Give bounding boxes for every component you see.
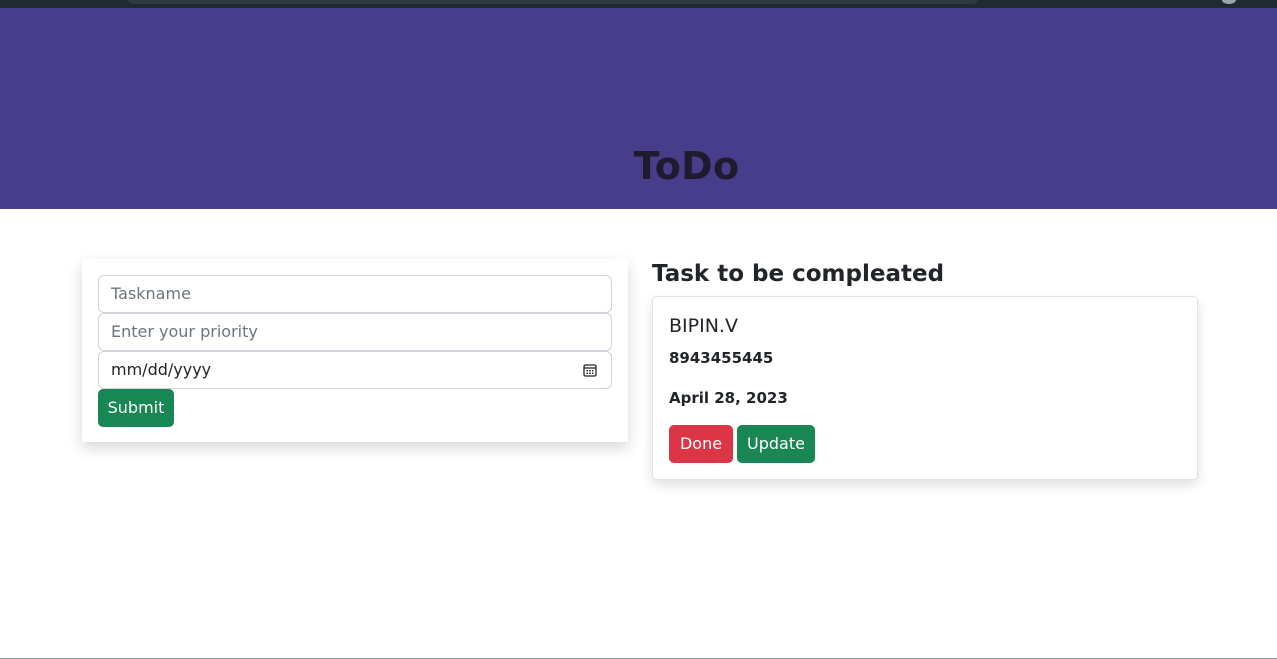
priority-input[interactable]: Enter your priority	[98, 313, 612, 351]
page-title: ToDo	[633, 144, 740, 188]
update-button[interactable]: Update	[737, 425, 815, 463]
date-input-value: mm/dd/yyyy	[111, 360, 212, 379]
profile-icon	[1222, 0, 1236, 4]
done-button[interactable]: Done	[669, 425, 733, 463]
task-priority: 8943455445	[669, 349, 774, 367]
task-list-heading: Task to be compleated	[652, 261, 945, 287]
browser-top-strip	[0, 0, 1277, 8]
page-header: ToDo	[0, 8, 1277, 209]
submit-button[interactable]: Submit	[98, 389, 174, 427]
task-card: BIPIN.V 8943455445 April 28, 2023 Done U…	[652, 296, 1198, 480]
add-task-form: Taskname Enter your priority mm/dd/yyyy …	[82, 259, 628, 442]
address-bar-edge	[128, 0, 978, 4]
task-name: BIPIN.V	[669, 315, 738, 337]
calendar-icon[interactable]	[583, 363, 597, 377]
taskname-input[interactable]: Taskname	[98, 275, 612, 313]
task-date: April 28, 2023	[669, 389, 788, 407]
date-input[interactable]: mm/dd/yyyy	[98, 351, 612, 389]
